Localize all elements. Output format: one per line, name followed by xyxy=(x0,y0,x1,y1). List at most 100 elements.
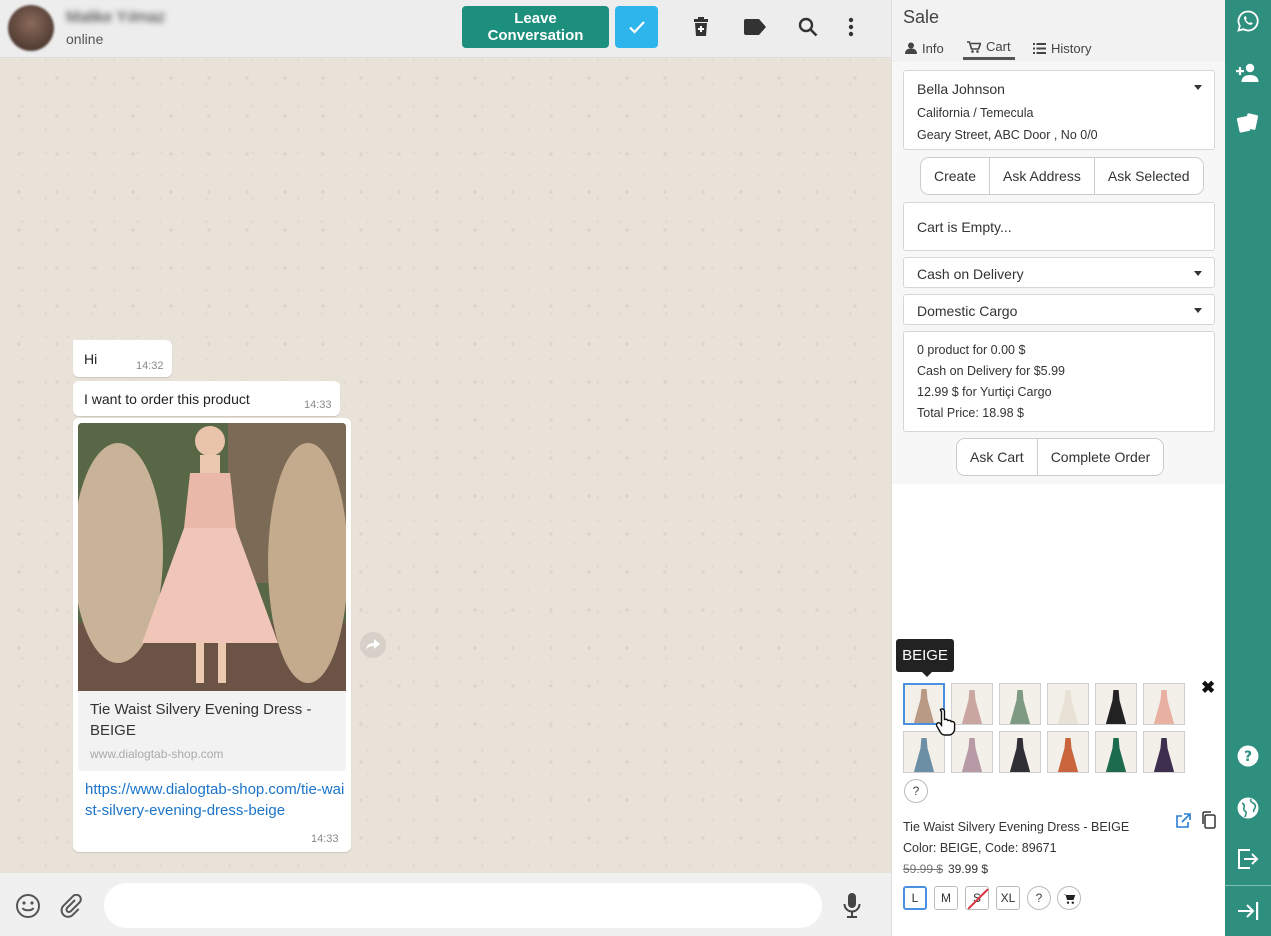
summary-line: Cash on Delivery for $5.99 xyxy=(917,364,1065,378)
variant-thumbnail[interactable] xyxy=(903,731,945,773)
create-button[interactable]: Create xyxy=(921,158,990,194)
ask-selected-button[interactable]: Ask Selected xyxy=(1093,158,1203,194)
contact-status: online xyxy=(66,31,104,47)
copy-icon[interactable] xyxy=(1200,811,1216,829)
emoji-button[interactable] xyxy=(14,892,42,920)
variant-thumbnail[interactable] xyxy=(1047,683,1089,725)
chevron-down-icon xyxy=(1194,271,1202,276)
sale-panel: Sale Info Cart History Bella Johnson Cal… xyxy=(891,0,1226,936)
complete-order-button[interactable]: Complete Order xyxy=(1036,439,1164,475)
variant-thumbnail[interactable] xyxy=(999,683,1041,725)
resolve-button[interactable] xyxy=(615,6,658,48)
language-button[interactable] xyxy=(1236,796,1260,820)
variant-thumbnail[interactable] xyxy=(1143,683,1185,725)
payment-value: Cash on Delivery xyxy=(917,266,1024,282)
unknown-variant-button[interactable]: ? xyxy=(904,779,928,803)
chat-panel: Malike Yılmaz online Leave Conversation … xyxy=(0,0,891,936)
product-details: Color: BEIGE, Code: 89671 xyxy=(903,841,1057,855)
tab-info[interactable]: Info xyxy=(901,36,948,60)
trash-icon xyxy=(694,17,708,36)
dress-swatch xyxy=(913,689,935,723)
collapse-panel-button[interactable] xyxy=(1236,899,1260,923)
shipping-value: Domestic Cargo xyxy=(917,303,1018,319)
summary-total: Total Price: 18.98 $ xyxy=(917,406,1025,420)
message-text: I want to order this product xyxy=(84,391,250,407)
paperclip-icon xyxy=(60,894,82,918)
dress-swatch xyxy=(1057,738,1079,772)
chevron-down-icon xyxy=(1194,308,1202,313)
chevron-down-icon xyxy=(1194,85,1202,90)
add-contact-button[interactable] xyxy=(1236,61,1260,85)
external-link-icon[interactable] xyxy=(1175,813,1191,829)
tab-label: Cart xyxy=(986,39,1011,54)
preview-domain: www.dialogtab-shop.com xyxy=(90,747,224,761)
help-icon: ? xyxy=(1237,745,1259,767)
address-actions: Create Ask Address Ask Selected xyxy=(920,157,1204,195)
size-help-button[interactable]: ? xyxy=(1027,886,1051,910)
cards-button[interactable] xyxy=(1236,111,1260,135)
label-button[interactable] xyxy=(742,14,768,40)
cart-icon xyxy=(967,40,981,53)
contact-name[interactable]: Malike Yılmaz xyxy=(66,9,165,27)
add-to-cart-button[interactable] xyxy=(1057,886,1081,910)
size-option[interactable]: XL xyxy=(996,886,1020,910)
leave-conversation-button[interactable]: Leave Conversation xyxy=(462,6,609,48)
tab-label: Info xyxy=(922,40,944,56)
tab-history[interactable]: History xyxy=(1029,36,1095,60)
customer-select[interactable]: Bella Johnson California / Temecula Gear… xyxy=(903,70,1215,150)
variant-thumbnail[interactable] xyxy=(1143,731,1185,773)
size-option[interactable]: M xyxy=(934,886,958,910)
link-preview[interactable]: Tie Waist Silvery Evening Dress - BEIGE … xyxy=(78,691,346,771)
message-bubble[interactable]: Hi 14:32 xyxy=(73,340,172,377)
variant-thumbnail[interactable] xyxy=(951,731,993,773)
dress-swatch xyxy=(961,690,983,724)
tab-cart[interactable]: Cart xyxy=(963,36,1015,60)
payment-select[interactable]: Cash on Delivery xyxy=(903,257,1215,288)
dress-swatch xyxy=(961,738,983,772)
microphone-icon xyxy=(843,893,861,918)
chat-header: Malike Yılmaz online Leave Conversation xyxy=(0,0,891,58)
tab-label: History xyxy=(1051,40,1092,56)
dress-swatch xyxy=(913,738,935,772)
variant-thumbnail[interactable] xyxy=(1095,683,1137,725)
whatsapp-button[interactable] xyxy=(1236,9,1260,33)
dress-swatch xyxy=(1153,738,1175,772)
message-input[interactable] xyxy=(104,883,822,928)
variant-tooltip: BEIGE xyxy=(896,639,954,677)
help-button[interactable]: ? xyxy=(1236,744,1260,768)
logout-button[interactable] xyxy=(1236,847,1260,871)
search-icon xyxy=(798,17,818,37)
variant-thumbnail[interactable] xyxy=(1047,731,1089,773)
product-link[interactable]: https://www.dialogtab-shop.com/tie-waist… xyxy=(85,779,345,821)
dress-swatch xyxy=(1105,738,1127,772)
contact-avatar[interactable] xyxy=(8,5,54,51)
dress-swatch xyxy=(1153,690,1175,724)
message-time: 14:33 xyxy=(304,399,332,411)
user-plus-icon xyxy=(1236,63,1259,82)
menu-button[interactable] xyxy=(838,14,864,40)
shipping-select[interactable]: Domestic Cargo xyxy=(903,294,1215,325)
check-icon xyxy=(628,21,645,34)
variant-thumbnail[interactable] xyxy=(999,731,1041,773)
archive-button[interactable] xyxy=(688,14,714,40)
cart-icon xyxy=(1062,893,1075,904)
forward-button[interactable] xyxy=(360,632,386,658)
size-option-unavailable[interactable]: S xyxy=(965,886,989,910)
whatsapp-icon xyxy=(1237,10,1259,32)
voice-button[interactable] xyxy=(838,892,866,920)
attach-button[interactable] xyxy=(57,892,85,920)
summary-line: 0 product for 0.00 $ xyxy=(917,343,1026,357)
rail-divider xyxy=(1225,885,1271,886)
cart-empty-text: Cart is Empty... xyxy=(917,219,1012,235)
collapse-right-icon xyxy=(1238,902,1259,920)
search-button[interactable] xyxy=(795,14,821,40)
tag-icon xyxy=(744,19,766,35)
variant-thumbnail[interactable] xyxy=(1095,731,1137,773)
close-product-button[interactable]: ✖ xyxy=(1201,678,1215,698)
ask-address-button[interactable]: Ask Address xyxy=(989,158,1094,194)
message-bubble[interactable]: I want to order this product 14:33 xyxy=(73,381,340,416)
product-image[interactable] xyxy=(78,423,346,691)
size-option[interactable]: L xyxy=(903,886,927,910)
ask-cart-button[interactable]: Ask Cart xyxy=(957,439,1037,475)
preview-title: Tie Waist Silvery Evening Dress - BEIGE xyxy=(90,701,312,739)
